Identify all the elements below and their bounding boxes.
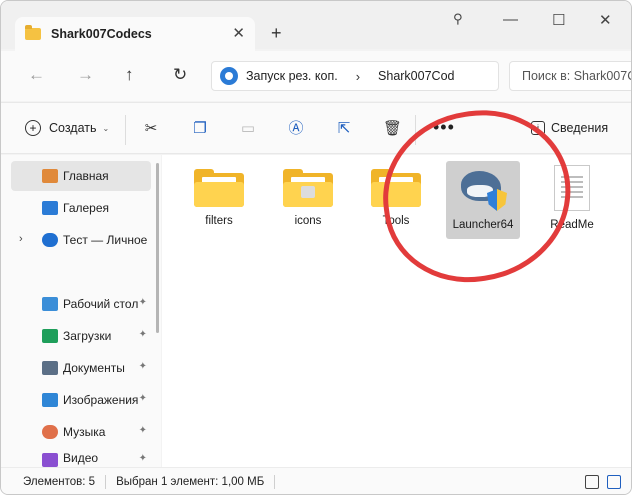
large-icons-view-icon[interactable]: [607, 475, 621, 489]
back-button[interactable]: ←: [28, 65, 45, 85]
command-bar: + Создать ⌄ ✂ ❐ ▭ Ⓐ ⇱ 🗑 ••• i Сведения: [1, 102, 631, 154]
search-input[interactable]: Поиск в: Shark007Codecs: [509, 61, 631, 91]
pin-icon: ✦: [138, 297, 147, 308]
details-button[interactable]: i Сведения: [531, 121, 608, 135]
sidebar-item-label: Видео: [63, 451, 99, 465]
details-label: Сведения: [551, 121, 609, 135]
divider: [415, 115, 416, 145]
selection-info: Выбран 1 элемент: 1,00 МБ: [116, 476, 265, 488]
up-button[interactable]: ↑: [125, 65, 134, 85]
share-icon[interactable]: ⇱: [335, 120, 353, 138]
file-item-launcher64[interactable]: Launcher64: [446, 161, 520, 239]
tab-title: Shark007Codecs: [51, 27, 152, 41]
details-icon: i: [531, 121, 545, 135]
file-name: Launcher64: [452, 219, 514, 231]
navigation-bar: ← → ↑ ↻ Запуск рез. коп. › Shark007Cod П…: [1, 51, 631, 101]
file-item-tools[interactable]: Tools: [359, 161, 433, 239]
title-bar: Shark007Codecs ✕ + ⚲ — ☐ ✕: [1, 1, 631, 51]
forward-button[interactable]: →: [77, 65, 94, 85]
sidebar-item-label: Главная: [63, 169, 109, 183]
sidebar-item-label: Рабочий стол: [63, 297, 139, 311]
backup-cloud-icon: [220, 67, 238, 85]
file-item-readme[interactable]: ReadMe: [535, 161, 609, 239]
pin-icon: ✦: [138, 425, 147, 436]
copy-icon[interactable]: ❐: [191, 120, 209, 138]
documents-icon: [42, 361, 58, 375]
item-count: Элементов: 5: [23, 476, 96, 488]
file-name: icons: [294, 215, 322, 227]
sidebar-item-label: Документы: [63, 361, 125, 375]
create-button[interactable]: + Создать ⌄: [25, 120, 109, 136]
minimize-button[interactable]: —: [503, 11, 518, 28]
delete-icon[interactable]: 🗑: [383, 120, 402, 138]
details-view-icon[interactable]: [585, 475, 599, 489]
cloud-icon: [42, 233, 58, 247]
sidebar-item-label: Музыка: [63, 425, 106, 439]
uac-shield-icon: [487, 189, 507, 211]
plus-icon: +: [25, 120, 41, 136]
sidebar-item-downloads[interactable]: Загрузки ✦: [11, 321, 151, 351]
sidebar-scrollbar[interactable]: [156, 163, 159, 333]
file-name: Tools: [382, 215, 410, 227]
sidebar-item-desktop[interactable]: Рабочий стол ✦: [11, 289, 151, 319]
explorer-window: Shark007Codecs ✕ + ⚲ — ☐ ✕ ← → ↑ ↻ Запус…: [0, 0, 632, 495]
pin-icon: ✦: [138, 393, 147, 404]
pin-icon: ✦: [138, 361, 147, 372]
view-switcher: [585, 475, 621, 489]
sidebar-item-video[interactable]: Видео ✦: [11, 449, 151, 467]
sidebar-item-pictures[interactable]: Изображения ✦: [11, 385, 151, 415]
sidebar-item-music[interactable]: Музыка ✦: [11, 417, 151, 447]
refresh-button[interactable]: ↻: [173, 65, 187, 85]
new-tab-button[interactable]: +: [271, 23, 282, 44]
folder-icon: [194, 169, 244, 207]
navigation-pane: Главная Галерея › Тест — Личное Рабочий …: [1, 155, 161, 467]
sidebar-item-label: Галерея: [63, 201, 110, 215]
pin-icon: ✦: [138, 329, 147, 340]
address-bar[interactable]: Запуск рез. коп. › Shark007Cod: [211, 61, 499, 91]
divider: [105, 475, 107, 489]
folder-icon: [371, 169, 421, 207]
paste-icon[interactable]: ▭: [239, 120, 257, 138]
download-icon: [42, 329, 58, 343]
file-list: filters icons Tools Launcher64 ReadMe: [162, 155, 631, 467]
status-bar: Элементов: 5 Выбран 1 элемент: 1,00 МБ: [1, 467, 631, 494]
close-window-button[interactable]: ✕: [599, 11, 612, 29]
sidebar-item-label: Изображения: [63, 393, 139, 407]
breadcrumb-backup[interactable]: Запуск рез. коп.: [246, 69, 338, 83]
sidebar-item-documents[interactable]: Документы ✦: [11, 353, 151, 383]
rename-icon[interactable]: Ⓐ: [287, 120, 305, 138]
file-item-filters[interactable]: filters: [182, 161, 256, 239]
file-name: filters: [205, 215, 233, 227]
sidebar-item-onedrive[interactable]: Тест — Личное: [11, 225, 151, 255]
tab-close-icon[interactable]: ✕: [232, 24, 245, 42]
create-label: Создать: [49, 121, 97, 135]
shark-app-icon: [457, 167, 509, 211]
desktop-icon: [42, 297, 58, 311]
folder-icon: [25, 25, 41, 40]
sidebar-item-gallery[interactable]: Галерея: [11, 193, 151, 223]
gallery-icon: [42, 201, 58, 215]
home-icon: [42, 169, 58, 183]
tab-shark007codecs[interactable]: Shark007Codecs ✕: [15, 17, 255, 51]
cut-icon[interactable]: ✂: [142, 120, 160, 138]
divider: [125, 115, 126, 145]
breadcrumb-chevron-icon[interactable]: ›: [356, 69, 360, 84]
pin-icon: ✦: [138, 453, 147, 464]
sidebar-item-home[interactable]: Главная: [11, 161, 151, 191]
chevron-down-icon: ⌄: [102, 123, 110, 133]
folder-icon: [283, 169, 333, 207]
text-file-icon: [554, 165, 590, 211]
video-icon: [42, 453, 58, 467]
sidebar-item-label: Тест — Личное: [63, 233, 148, 247]
file-item-icons[interactable]: icons: [271, 161, 345, 239]
pin-window-icon[interactable]: ⚲: [453, 11, 463, 27]
divider: [274, 475, 276, 489]
more-options-button[interactable]: •••: [433, 117, 455, 138]
music-icon: [42, 425, 58, 439]
breadcrumb-current[interactable]: Shark007Cod: [378, 69, 454, 83]
sidebar-item-label: Загрузки: [63, 329, 112, 343]
maximize-button[interactable]: ☐: [552, 11, 565, 29]
file-name: ReadMe: [550, 219, 594, 231]
pictures-icon: [42, 393, 58, 407]
